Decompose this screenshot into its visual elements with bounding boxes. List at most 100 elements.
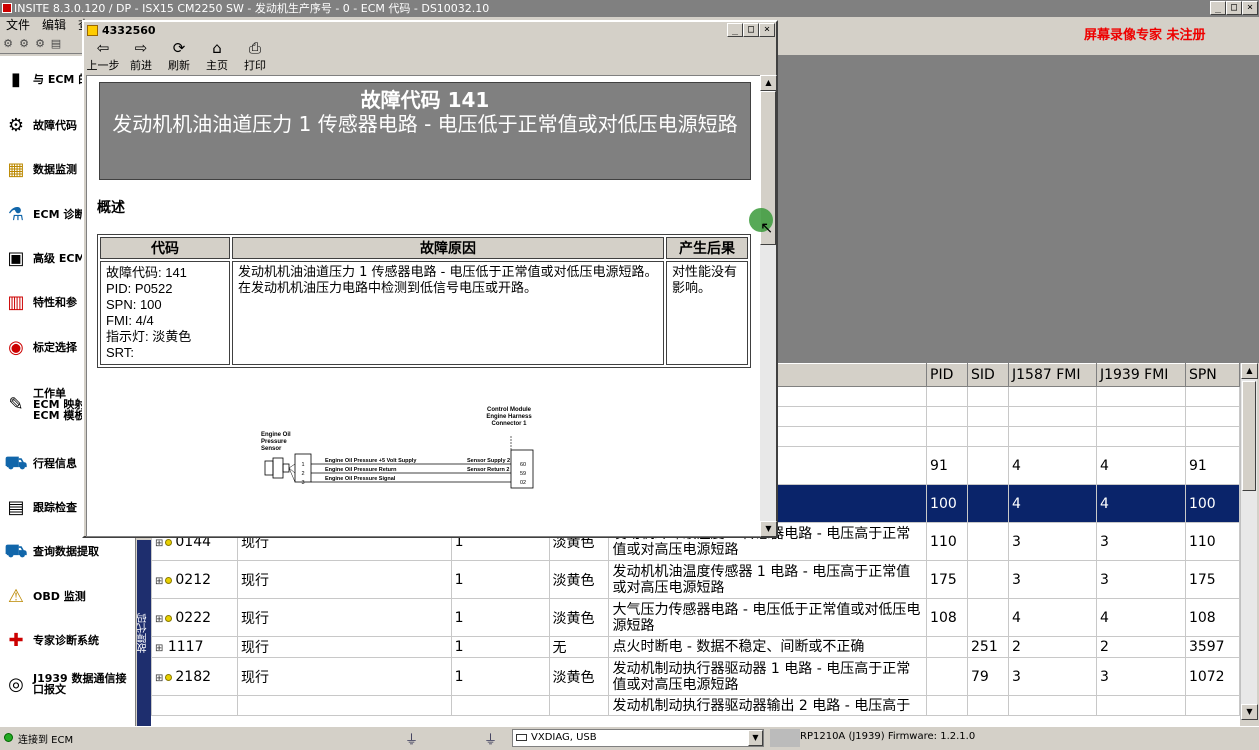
minimize-button[interactable]: _ [1210, 1, 1226, 15]
adapter-select[interactable]: VXDIAG, USB ▼ [512, 729, 764, 747]
tool-icon-1[interactable]: ⚙ [1, 37, 15, 51]
sidebar-item-label: 高级 ECM [33, 251, 86, 265]
status-bar: 连接到 ECM ⏚ ⏚ VXDIAG, USB ▼ RP1210A (J1939… [0, 726, 1259, 750]
expand-icon[interactable]: ⊞ [155, 576, 163, 587]
expand-icon[interactable]: ⊞ [155, 643, 163, 654]
maximize-button[interactable]: □ [1226, 1, 1242, 15]
expand-icon[interactable]: ⊞ [155, 614, 163, 625]
chevron-down-icon[interactable]: ▼ [748, 730, 763, 746]
scroll-down-arrow-icon[interactable]: ▼ [1241, 704, 1258, 720]
sensor-connector [294, 453, 312, 483]
cell-pid: 110 [926, 522, 969, 561]
sidebar-item-label: 故障代码 [33, 118, 77, 132]
help-scroll-down-arrow-icon[interactable]: ▼ [760, 521, 777, 537]
col-header-spn[interactable]: SPN [1184, 363, 1240, 387]
table-row[interactable]: ⊞ 0222 现行 1 淡黄色 大气压力传感器电路 - 电压低于正常值或对低压电源短路 10… [151, 598, 1240, 637]
sidebar-item-data-extract[interactable]: ⛟ 查询数据提取 [2, 538, 134, 564]
cell-count: 1 [450, 636, 550, 658]
cell-fmi1939 [1095, 386, 1186, 407]
cell-fmi1939: 2 [1095, 636, 1186, 658]
sensor-tip [282, 463, 290, 473]
grid-scrollbar[interactable]: ▲ ▼ [1240, 363, 1258, 720]
cell-fmi1587: 2 [1008, 636, 1097, 658]
cell-lamp: 淡黄色 [548, 657, 610, 696]
col-header-j1939-fmi[interactable]: J1939 FMI [1095, 363, 1186, 387]
col-header-sid[interactable]: SID [967, 363, 1009, 387]
cell-spn [1184, 426, 1240, 447]
sidebar-item-label: J1939 数据通信接 口报文 [33, 672, 127, 696]
close-button[interactable]: × [1242, 1, 1258, 15]
cell-sid [967, 446, 1009, 485]
trace-check-icon: ▤ [7, 496, 25, 518]
cell-fmi1587 [1008, 426, 1097, 447]
cell-fmi1939 [1095, 695, 1186, 716]
cell-status [236, 695, 452, 716]
adapter-status-block [770, 729, 800, 747]
tool-icon-3[interactable]: ⚙ [33, 37, 47, 51]
cell-fmi1587: 3 [1008, 522, 1097, 561]
col-header-j1587-fmi[interactable]: J1587 FMI [1008, 363, 1097, 387]
adapter-select-value: VXDIAG, USB [531, 732, 597, 743]
lamp-dot-icon [165, 614, 173, 622]
sensor-housing [272, 457, 284, 479]
ecm-wire-name: Sensor Supply 2 [467, 458, 510, 464]
cell-fmi1587 [1008, 386, 1097, 407]
forward-arrow-icon: ⇨ [134, 39, 148, 57]
vertical-tab-fault-codes[interactable]: 故障代码 [137, 540, 151, 726]
tool-icon-2[interactable]: ⚙ [17, 37, 31, 51]
cell-desc: 点火时断电 - 数据不稳定、间断或不正确 [608, 636, 928, 658]
menu-edit[interactable]: 编辑 [42, 18, 66, 32]
cell-pid [926, 406, 969, 427]
help-maximize-button[interactable]: □ [743, 23, 759, 37]
help-scroll-up-arrow-icon[interactable]: ▲ [760, 75, 777, 91]
app-title: INSITE 8.3.0.120 / DP - ISX15 CM2250 SW … [14, 2, 490, 15]
grid-scroll-thumb[interactable] [1242, 381, 1256, 491]
cell-pid [926, 426, 969, 447]
adapter-icon [516, 734, 527, 741]
expand-icon[interactable]: ⊞ [155, 538, 163, 549]
header-code: 代码 [100, 237, 230, 259]
lamp-dot-icon [165, 576, 173, 584]
cell-pid [926, 636, 969, 658]
calibration-icon: ◉ [8, 336, 24, 358]
table-row[interactable]: ⊞ 1117 现行 1 无点火时断电 - 数据不稳定、间断或不正确 251 2 2 3597 [151, 636, 1240, 658]
scroll-up-arrow-icon[interactable]: ▲ [1241, 363, 1258, 379]
help-scrollbar[interactable]: ▲ ▼ [760, 75, 777, 537]
cell-fmi1939: 4 [1095, 598, 1186, 637]
help-close-button[interactable]: × [759, 23, 775, 37]
sensor-pin: 1 [301, 462, 304, 468]
header-effect: 产生后果 [666, 237, 748, 259]
tool-icon-4[interactable]: ▤ [49, 37, 63, 51]
menu-file[interactable]: 文件 [6, 18, 30, 32]
sidebar-item-j1939[interactable]: ◎ J1939 数据通信接 口报文 [2, 671, 134, 697]
home-button[interactable]: ⌂ 主页 [198, 39, 236, 75]
cell-spn: 175 [1184, 560, 1240, 599]
overview-heading: 概述 [97, 200, 125, 216]
app-title-bar: INSITE 8.3.0.120 / DP - ISX15 CM2250 SW … [0, 0, 1259, 17]
forward-button[interactable]: ⇨ 前进 [122, 39, 160, 75]
cell-fmi1939 [1095, 406, 1186, 427]
col-header-pid[interactable]: PID [926, 363, 969, 387]
sidebar-item-obd-monitor[interactable]: ⚠ OBD 监测 [2, 583, 134, 609]
sensor-pin: 3 [301, 480, 304, 486]
cell-pid [926, 386, 969, 407]
print-button[interactable]: ⎙ 打印 [236, 39, 274, 75]
table-row[interactable]: ⊞ 2182 现行 1 淡黄色 发动机制动执行器驱动器 1 电路 - 电压高于正常值或对高… [151, 657, 1240, 696]
refresh-button[interactable]: ⟳ 刷新 [160, 39, 198, 75]
cell-spn [1184, 406, 1240, 427]
table-row[interactable]: 发动机制动执行器驱动器输出 2 电路 - 电压高于 [151, 695, 1240, 716]
cell-lamp: 无 [548, 636, 610, 658]
cell-fmi1939: 4 [1095, 484, 1186, 523]
fault-code-value: 0222 [175, 609, 212, 626]
cell-fmi1587 [1008, 406, 1097, 427]
wiring-diagram: Engine Oil Pressure Sensor Electronic Co… [261, 407, 534, 489]
table-row[interactable]: ⊞ 0212 现行 1 淡黄色 发动机机油温度传感器 1 电路 - 电压高于正常值或对高压… [151, 560, 1240, 599]
sensor-label-line-3: Sensor [261, 446, 282, 452]
expert-system-icon: ✚ [8, 629, 24, 651]
back-button[interactable]: ⇦ 上一步 [84, 39, 122, 75]
sidebar-item-expert-system[interactable]: ✚ 专家诊断系统 [2, 627, 134, 653]
sidebar-item-label: 与 ECM 的 [33, 72, 90, 86]
lamp-dot-icon [165, 538, 173, 546]
help-minimize-button[interactable]: _ [727, 23, 743, 37]
expand-icon[interactable]: ⊞ [155, 673, 163, 684]
